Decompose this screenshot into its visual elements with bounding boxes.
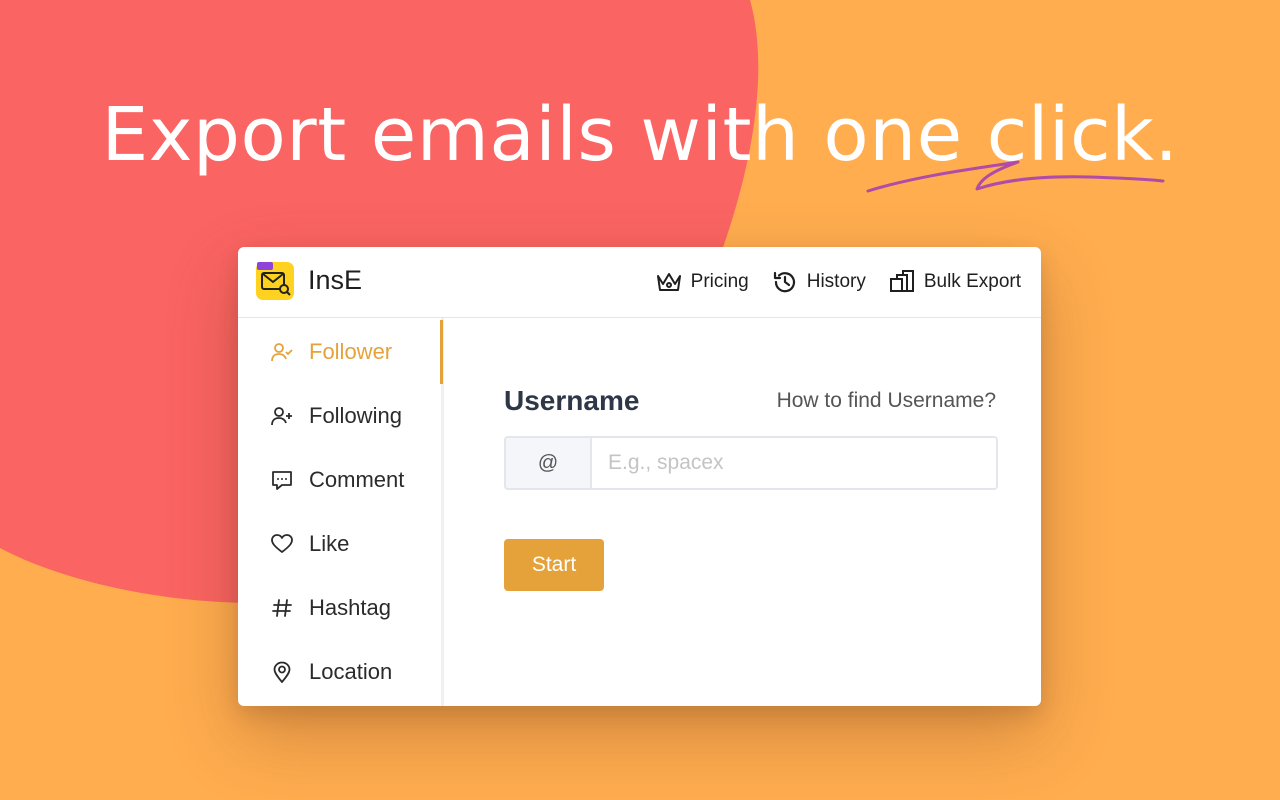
sidebar: Follower Following Comment Like Hashtag <box>238 318 444 706</box>
sidebar-item-location[interactable]: Location <box>238 640 443 704</box>
underline-scribble <box>866 160 1165 193</box>
sidebar-item-label: Comment <box>309 467 405 492</box>
location-pin-icon <box>270 660 294 684</box>
top-nav: Pricing History Bulk Export <box>655 247 1021 317</box>
start-button[interactable]: Start <box>504 539 604 591</box>
top-bar: InsE Pricing History Bulk Export <box>238 247 1041 318</box>
bulk-export-icon <box>889 270 914 292</box>
main-panel: Username How to find Username? @ Start <box>444 318 1041 706</box>
bulk-export-link[interactable]: Bulk Export <box>888 268 1021 296</box>
hashtag-icon <box>270 596 294 620</box>
sidebar-item-label: Hashtag <box>309 595 391 620</box>
app-window: InsE Pricing History Bulk Export Followe… <box>238 247 1041 706</box>
history-link[interactable]: History <box>771 268 866 296</box>
sidebar-item-following[interactable]: Following <box>238 384 443 448</box>
username-label: Username <box>504 385 640 416</box>
bulk-export-label: Bulk Export <box>923 271 1021 292</box>
sidebar-item-like[interactable]: Like <box>238 512 443 576</box>
heart-icon <box>270 532 294 556</box>
sidebar-item-hashtag[interactable]: Hashtag <box>238 576 443 640</box>
app-name: InsE <box>308 265 363 295</box>
active-indicator <box>440 320 443 384</box>
comment-icon <box>270 468 294 492</box>
sidebar-item-comment[interactable]: Comment <box>238 448 443 512</box>
sidebar-item-label: Like <box>309 531 350 556</box>
add-user-icon <box>270 404 294 428</box>
follower-icon <box>270 340 294 364</box>
crown-icon <box>656 273 681 291</box>
sidebar-item-label: Follower <box>309 339 393 364</box>
sidebar-item-follower[interactable]: Follower <box>238 320 443 384</box>
how-to-find-username-link[interactable]: How to find Username? <box>777 389 996 413</box>
sidebar-item-label: Location <box>309 659 393 684</box>
mail-search-icon <box>256 262 294 300</box>
history-icon <box>773 271 795 293</box>
at-prefix: @ <box>506 438 592 488</box>
sidebar-item-label: Following <box>309 403 402 428</box>
history-label: History <box>806 271 866 292</box>
pricing-label: Pricing <box>690 271 749 292</box>
username-input-group: @ <box>504 436 998 490</box>
username-input[interactable] <box>592 438 996 488</box>
pricing-link[interactable]: Pricing <box>655 268 749 296</box>
